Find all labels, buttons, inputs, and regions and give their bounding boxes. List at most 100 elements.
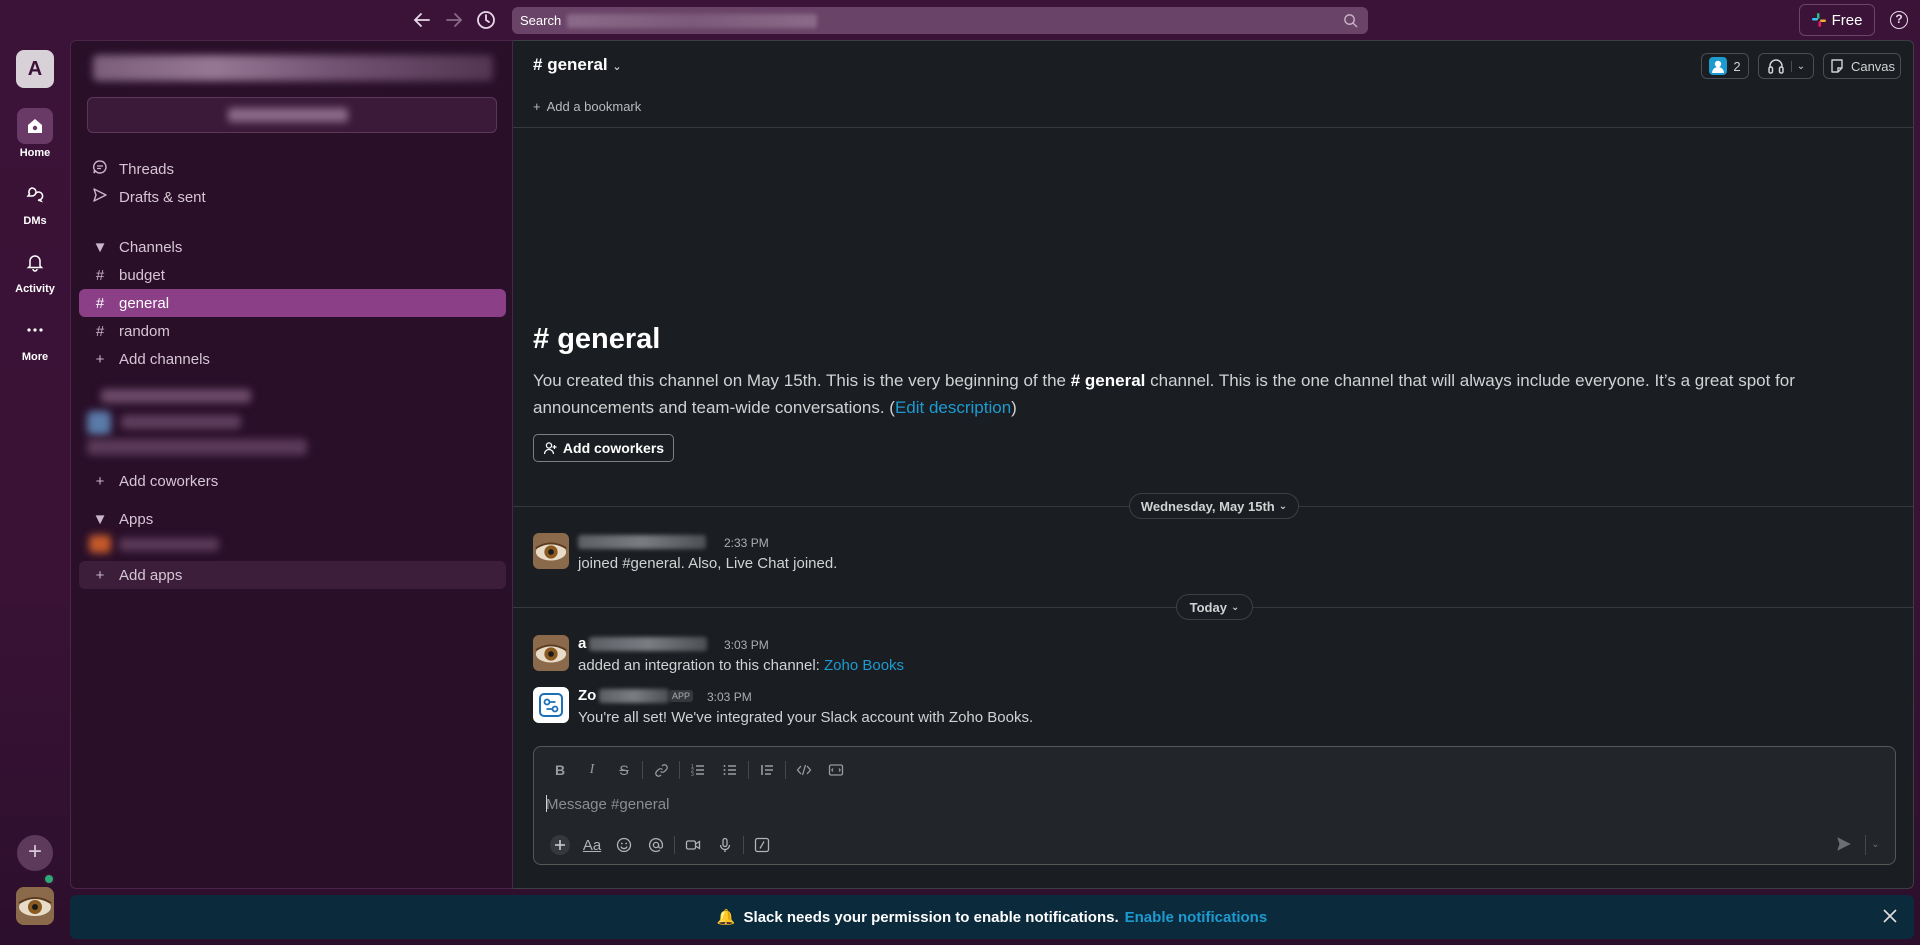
date-pill-may15[interactable]: Wednesday, May 15th ⌄ bbox=[1129, 493, 1299, 519]
sidebar-item-drafts[interactable]: Drafts & sent bbox=[79, 183, 506, 211]
formatting-toolbar: B I S 123 bbox=[544, 759, 852, 781]
sidebar-item-label: Add apps bbox=[119, 566, 183, 584]
bold-icon[interactable]: B bbox=[544, 759, 576, 781]
close-icon[interactable] bbox=[1880, 907, 1900, 927]
rail-activity[interactable]: Activity bbox=[0, 244, 70, 295]
workspace-info-box[interactable] bbox=[87, 97, 497, 133]
channel-intro-text: You created this channel on May 15th. Th… bbox=[533, 371, 1795, 417]
forward-arrow-icon[interactable] bbox=[442, 8, 466, 32]
hash-icon: # bbox=[95, 322, 105, 340]
rail-activity-label: Activity bbox=[15, 283, 55, 295]
svg-text:3: 3 bbox=[691, 772, 694, 778]
text-format-icon[interactable]: Aa bbox=[576, 833, 608, 857]
create-new-plus-icon[interactable]: + bbox=[17, 835, 53, 871]
composer-actions: Aa bbox=[544, 833, 778, 857]
plus-icon: + bbox=[533, 99, 541, 114]
sender-avatar[interactable] bbox=[533, 533, 569, 569]
bullet-list-icon[interactable] bbox=[714, 759, 746, 781]
sidebar-item-threads[interactable]: Threads bbox=[79, 155, 506, 183]
link-icon[interactable] bbox=[645, 759, 677, 781]
italic-icon[interactable]: I bbox=[576, 759, 608, 781]
sender-name-prefix[interactable]: a bbox=[578, 635, 586, 652]
attach-plus-icon[interactable] bbox=[544, 833, 576, 857]
user-avatar[interactable] bbox=[16, 887, 54, 925]
enable-notifications-link[interactable]: Enable notifications bbox=[1125, 909, 1268, 926]
notification-permission-banner: 🔔 Slack needs your permission to enable … bbox=[70, 895, 1914, 939]
send-icon[interactable] bbox=[1835, 835, 1855, 855]
add-apps-button[interactable]: + Add apps bbox=[79, 561, 506, 589]
zoho-books-app-icon[interactable] bbox=[533, 687, 569, 723]
edit-description-link[interactable]: Edit description bbox=[895, 398, 1011, 417]
sender-avatar[interactable] bbox=[533, 635, 569, 671]
huddle-button[interactable]: ⌄ bbox=[1758, 53, 1814, 79]
strikethrough-icon[interactable]: S bbox=[608, 759, 640, 781]
message-timestamp[interactable]: 2:33 PM bbox=[724, 536, 769, 550]
plus-icon: + bbox=[95, 566, 105, 584]
message-timestamp[interactable]: 3:03 PM bbox=[707, 690, 752, 704]
channel-title[interactable]: # general ⌄ bbox=[533, 55, 622, 75]
sidebar-item-label: random bbox=[119, 322, 170, 340]
mention-icon[interactable] bbox=[640, 833, 672, 857]
chevron-down-icon[interactable]: ⌄ bbox=[1790, 60, 1805, 72]
microphone-icon[interactable] bbox=[709, 833, 741, 857]
channel-intro-title: # general bbox=[533, 323, 661, 355]
app-badge: APP bbox=[669, 690, 694, 702]
message-text: added an integration to this channel: Zo… bbox=[578, 657, 905, 674]
search-bar[interactable]: Search bbox=[512, 7, 1368, 34]
members-button[interactable]: 2 bbox=[1701, 53, 1749, 79]
add-coworkers-sidebar-button[interactable]: + Add coworkers bbox=[79, 467, 506, 495]
hash-icon: # bbox=[95, 294, 105, 312]
hash-icon: # bbox=[95, 266, 105, 284]
sidebar-item-random[interactable]: # random bbox=[79, 317, 506, 345]
sidebar-item-general[interactable]: # general bbox=[79, 289, 506, 317]
rail-more[interactable]: More bbox=[0, 312, 70, 363]
apps-section-header[interactable]: ▼ Apps bbox=[79, 505, 506, 533]
dms-icon bbox=[17, 176, 53, 212]
rail-more-label: More bbox=[21, 351, 49, 363]
zoho-books-link[interactable]: Zoho Books bbox=[824, 657, 904, 674]
message-timestamp[interactable]: 3:03 PM bbox=[724, 638, 769, 652]
message-input[interactable] bbox=[546, 794, 1846, 814]
sender-name-blur[interactable] bbox=[589, 637, 707, 651]
section-label: Apps bbox=[119, 510, 154, 528]
dm-avatar-blur bbox=[87, 411, 111, 435]
add-channels-button[interactable]: + Add channels bbox=[79, 345, 506, 373]
add-coworkers-button[interactable]: Add coworkers bbox=[533, 434, 674, 462]
add-bookmark-button[interactable]: + Add a bookmark bbox=[533, 99, 641, 114]
help-icon[interactable]: ? bbox=[1890, 11, 1908, 29]
hash-icon: # bbox=[533, 323, 558, 355]
sidebar-item-label: Threads bbox=[119, 160, 175, 178]
channel-header: # general ⌄ 2 ⌄ Canvas bbox=[513, 41, 1913, 87]
canvas-button[interactable]: Canvas bbox=[1823, 53, 1901, 79]
message-join: 2:33 PM joined #general. Also, Live Chat… bbox=[533, 533, 1883, 577]
channels-section-header[interactable]: ▼ Channels bbox=[79, 233, 506, 261]
free-plan-button[interactable]: Free bbox=[1799, 4, 1875, 36]
sidebar-item-budget[interactable]: # budget bbox=[79, 261, 506, 289]
code-block-icon[interactable] bbox=[820, 759, 852, 781]
video-icon[interactable] bbox=[677, 833, 709, 857]
slack-logo-icon bbox=[1811, 13, 1826, 27]
slash-command-icon[interactable] bbox=[746, 833, 778, 857]
ordered-list-icon[interactable]: 123 bbox=[682, 759, 714, 781]
home-icon bbox=[17, 108, 53, 144]
blockquote-icon[interactable] bbox=[751, 759, 783, 781]
sidebar-item-label: general bbox=[119, 294, 170, 312]
workspace-name-blur[interactable] bbox=[93, 55, 493, 81]
rail-dms[interactable]: DMs bbox=[0, 176, 70, 227]
dm-section-blur bbox=[101, 389, 251, 403]
rail-home[interactable]: Home bbox=[0, 108, 70, 159]
code-icon[interactable] bbox=[788, 759, 820, 781]
emoji-icon[interactable] bbox=[608, 833, 640, 857]
sender-name-prefix[interactable]: Zo bbox=[578, 687, 596, 704]
rail-dms-label: DMs bbox=[23, 215, 47, 227]
history-clock-icon[interactable] bbox=[474, 8, 498, 32]
message-zoho-app: Zo APP 3:03 PM You're all set! We've int… bbox=[533, 687, 1883, 731]
sidebar-item-label: Add coworkers bbox=[119, 472, 219, 490]
sender-name-blur[interactable] bbox=[599, 689, 669, 703]
date-pill-today[interactable]: Today ⌄ bbox=[1176, 594, 1253, 620]
send-options-chevron-icon[interactable]: ⌄ bbox=[1865, 835, 1885, 855]
workspace-avatar[interactable]: A bbox=[16, 50, 54, 88]
sender-name-blur[interactable] bbox=[578, 535, 706, 549]
plus-icon: + bbox=[95, 350, 105, 368]
back-arrow-icon[interactable] bbox=[410, 8, 434, 32]
